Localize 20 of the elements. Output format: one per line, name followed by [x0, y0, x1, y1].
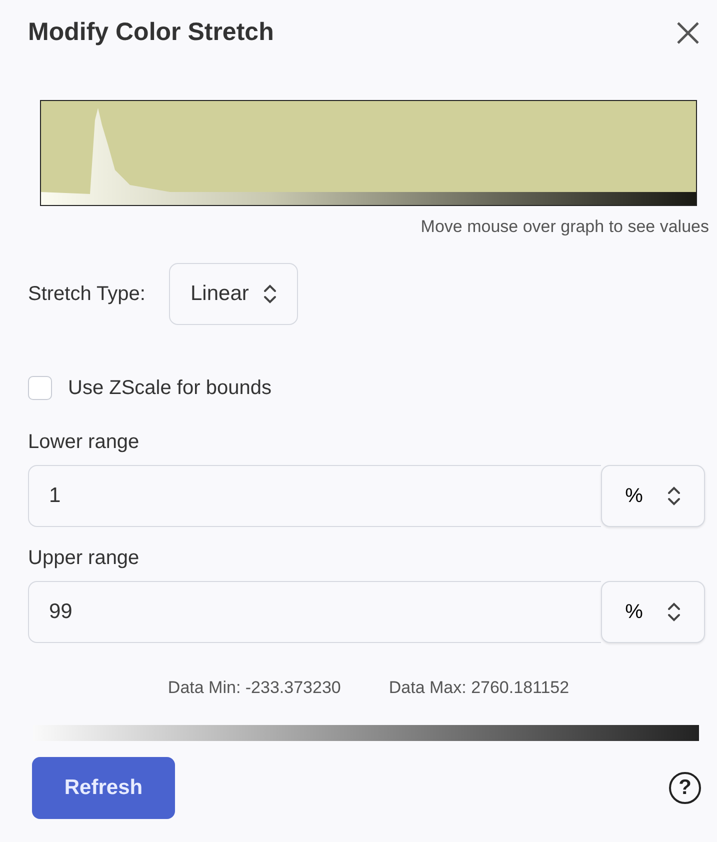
up-down-icon [666, 601, 681, 623]
range-input-field[interactable]: 1 [28, 465, 601, 527]
close-button[interactable] [675, 20, 701, 46]
data-stat: Data Max: 2760.181152 [388, 677, 570, 699]
data-stat: Data Min: -233.373230 [168, 677, 341, 699]
up-down-icon [666, 485, 681, 507]
help-icon[interactable]: ? [669, 772, 701, 804]
range-label: Upper range [28, 546, 140, 571]
dialog-title: Modify Color Stretch [28, 17, 274, 48]
stretch-type-label: Stretch Type: [28, 282, 146, 307]
up-down-icon [262, 283, 277, 305]
unit-select[interactable]: % [601, 581, 705, 643]
checkbox-label: Use ZScale for bounds [68, 376, 272, 401]
range-label: Lower range [28, 430, 140, 455]
unit-select[interactable]: % [601, 465, 705, 527]
histogram-caption: Move mouse over graph to see values [420, 216, 709, 238]
range-input-field[interactable]: 99 [28, 581, 601, 643]
zscale-checkbox[interactable] [28, 376, 52, 400]
refresh-button[interactable]: Refresh [32, 756, 175, 818]
stretch-type-select[interactable]: Linear [169, 263, 298, 325]
